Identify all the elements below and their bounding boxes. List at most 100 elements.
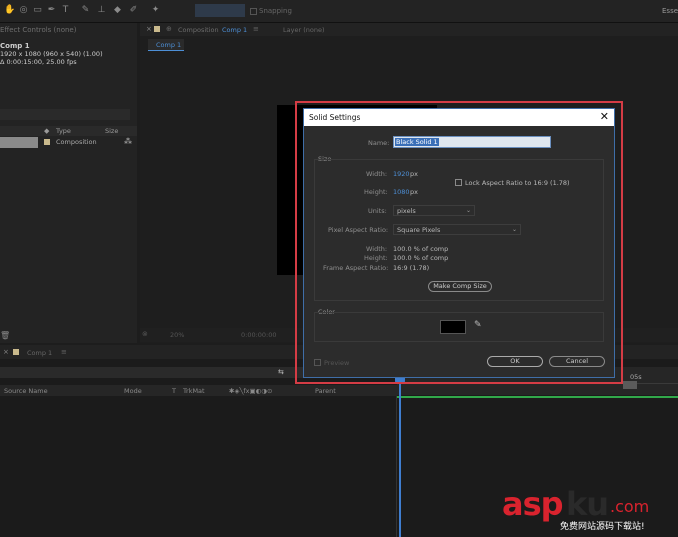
column-size[interactable]: Size [105, 127, 118, 135]
lock-aspect-label: Lock Aspect Ratio to 16:9 (1.78) [465, 179, 570, 187]
timeline-divider [396, 396, 397, 537]
col-source-name[interactable]: Source Name [4, 387, 48, 395]
name-label: Name: [368, 139, 390, 147]
project-comp-name: Comp 1 [0, 42, 30, 50]
zoom-level[interactable]: 20% [170, 331, 184, 339]
lock-aspect-checkbox[interactable] [455, 179, 462, 186]
pixel-aspect-value: Square Pixels [397, 226, 441, 234]
project-panel: Effect Controls (none) Comp 1 1920 x 108… [0, 23, 137, 343]
units-label: Units: [368, 207, 387, 215]
tab-menu-icon[interactable]: ≡ [253, 25, 259, 33]
row-type: Composition [56, 138, 97, 146]
snapping-label: Snapping [259, 7, 292, 15]
comp-tab-bar: × ⊕ Composition Comp 1 ≡ Layer (none) [140, 23, 678, 36]
trash-icon[interactable]: 🗑 [0, 331, 10, 340]
project-comp-duration: Δ 0:00:15:00, 25.00 fps [0, 58, 77, 66]
timeline-column-header: Source Name Mode T TrkMat ✱◈╲fx▣◐◑⊙ Pare… [0, 385, 397, 396]
project-comp-size: 1920 x 1080 (960 x 540) (1.00) [0, 50, 103, 58]
puppet-pin-tool-icon[interactable]: ✦ [150, 5, 161, 16]
preview-checkbox[interactable] [314, 359, 321, 366]
project-search-field[interactable] [0, 109, 130, 120]
timeline-menu-icon[interactable]: ≡ [61, 348, 67, 356]
watermark-brand-b: ku [566, 485, 609, 523]
height-unit: px [410, 188, 418, 196]
width-percent-value: 100.0 % of comp [393, 245, 449, 253]
name-input[interactable]: Black Solid 1 [393, 136, 551, 148]
frame-aspect-value: 16:9 (1.78) [393, 264, 430, 272]
label-tag-icon: ◆ [44, 127, 50, 135]
pixel-aspect-label: Pixel Aspect Ratio: [328, 226, 389, 234]
rectangle-tool-icon[interactable]: ▭ [32, 5, 43, 16]
width-percent-label: Width: [366, 245, 388, 253]
width-label: Width: [366, 170, 388, 178]
effect-controls-tab[interactable]: Effect Controls (none) [0, 26, 76, 34]
timeline-tab-label[interactable]: Comp 1 [27, 349, 52, 357]
width-value[interactable]: 1920 [393, 170, 410, 178]
eraser-tool-icon[interactable]: ◆ [112, 5, 123, 16]
selected-item-name [0, 137, 38, 148]
workspace-label[interactable]: Essen [662, 7, 678, 15]
name-input-value: Black Solid 1 [395, 138, 439, 146]
comp-tab-label[interactable]: Composition [178, 26, 219, 34]
pen-tool-icon[interactable]: ✒ [46, 5, 57, 16]
current-time-indicator[interactable] [399, 381, 401, 537]
roto-brush-tool-icon[interactable]: ✐ [128, 5, 139, 16]
color-swatch[interactable] [440, 320, 466, 334]
col-trkmat[interactable]: TrkMat [183, 387, 205, 395]
label-color-swatch [44, 139, 50, 145]
comp-color-swatch [154, 26, 160, 32]
ruler-mark-05s: 05s [630, 373, 642, 381]
make-comp-size-button[interactable]: Make Comp Size [428, 281, 492, 292]
units-dropdown-value: pixels [397, 207, 416, 215]
close-tab-icon[interactable]: × [146, 25, 152, 33]
cancel-button[interactable]: Cancel [549, 356, 605, 367]
height-value[interactable]: 1080 [393, 188, 410, 196]
comp-subtab-label: Comp 1 [156, 41, 182, 49]
close-timeline-icon[interactable]: × [3, 348, 9, 356]
units-dropdown[interactable]: pixels ⌄ [393, 205, 475, 216]
comp-subtab[interactable]: Comp 1 [148, 39, 184, 51]
hand-tool-icon[interactable]: ✋ [4, 5, 15, 16]
watermark-brand-a: asp [502, 485, 564, 523]
clone-stamp-tool-icon[interactable]: ⊥ [96, 5, 107, 16]
comp-tab-name[interactable]: Comp 1 [222, 26, 247, 34]
chevron-down-icon: ⌄ [511, 226, 517, 233]
composition-network-icon: ⁂ [124, 137, 132, 146]
width-unit: px [410, 170, 418, 178]
zoom-tool-icon[interactable]: ◎ [18, 5, 29, 16]
height-label: Height: [364, 188, 388, 196]
type-tool-icon[interactable]: T [60, 5, 71, 16]
lock-icon[interactable]: ⊕ [166, 25, 172, 33]
column-type[interactable]: Type [56, 127, 71, 135]
col-t[interactable]: T [172, 387, 176, 395]
view-options-icon[interactable]: ⊗ [142, 330, 148, 338]
work-area-end[interactable] [623, 381, 637, 389]
layer-tab[interactable]: Layer (none) [283, 26, 324, 34]
pixel-aspect-dropdown[interactable]: Square Pixels ⌄ [393, 224, 521, 235]
top-toolbar: ✋ ◎ ▭ ✒ T ✎ ⊥ ◆ ✐ ✦ Snapping Essen [0, 0, 678, 23]
frame-aspect-label: Frame Aspect Ratio: [323, 264, 389, 272]
brush-tool-icon[interactable]: ✎ [80, 5, 91, 16]
dialog-title: Solid Settings [309, 113, 361, 122]
work-area-bar[interactable] [397, 396, 678, 398]
dialog-titlebar[interactable]: Solid Settings ✕ [304, 109, 614, 126]
project-row-comp[interactable]: Composition ⁂ [0, 137, 137, 148]
snapping-highlight [195, 4, 245, 17]
comp-flowchart-icon[interactable]: ⇆ [278, 368, 284, 376]
height-percent-label: Height: [364, 254, 388, 262]
preview-label: Preview [324, 359, 350, 367]
col-parent[interactable]: Parent [315, 387, 336, 395]
eyedropper-icon[interactable]: ✎ [474, 320, 482, 330]
snapping-checkbox[interactable] [250, 8, 257, 15]
chevron-down-icon: ⌄ [465, 207, 471, 214]
ok-button[interactable]: OK [487, 356, 543, 367]
current-time[interactable]: 0:00:00:00 [241, 331, 277, 339]
col-mode[interactable]: Mode [124, 387, 142, 395]
watermark-tagline: 免费网站源码下载站! [560, 522, 645, 532]
watermark-tld: .com [610, 497, 650, 516]
layer-switches-icon[interactable]: ✱◈╲fx▣◐◑⊙ [229, 387, 272, 395]
close-icon[interactable]: ✕ [600, 110, 609, 124]
height-percent-value: 100.0 % of comp [393, 254, 449, 262]
project-column-header: ◆ Type Size [0, 126, 137, 136]
watermark-logo: asp ku .com 免费网站源码下载站! [502, 485, 672, 533]
